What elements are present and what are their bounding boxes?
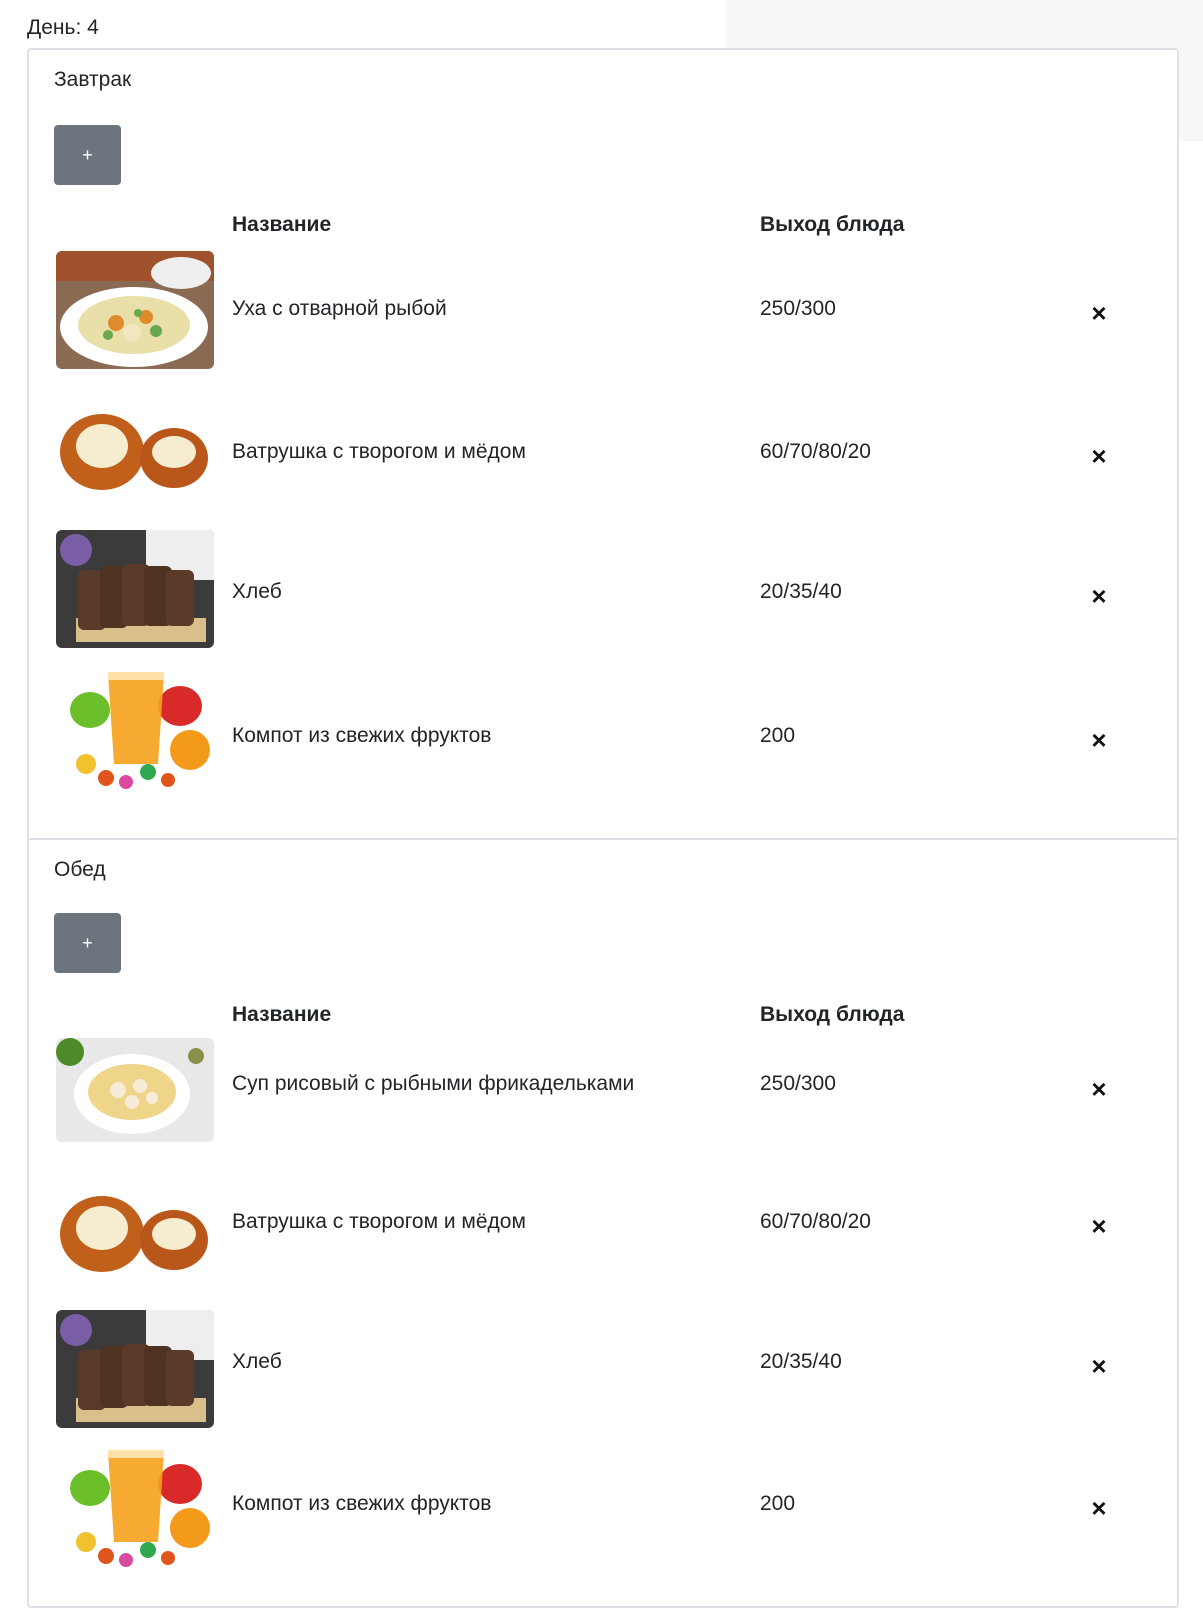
dish-yield: 250/300 bbox=[760, 297, 836, 320]
compote-image bbox=[56, 1446, 214, 1578]
dish-row: Уха с отварной рыбой 250/300 × bbox=[29, 246, 1177, 388]
rice-soup-image bbox=[56, 1038, 214, 1142]
column-header-name: Название bbox=[232, 213, 332, 236]
dish-row: Суп рисовый с рыбными фрикадельками 250/… bbox=[29, 1036, 1177, 1178]
meal-section-breakfast: Завтрак + Название Выход блюда Уха с отв… bbox=[29, 50, 1177, 838]
remove-dish-button[interactable]: × bbox=[1087, 583, 1111, 609]
dish-name: Компот из свежих фруктов bbox=[232, 724, 492, 747]
compote-image bbox=[56, 668, 214, 800]
dish-row: Ватрушка с творогом и мёдом 60/70/80/20 … bbox=[29, 388, 1177, 530]
fish-soup-image bbox=[56, 251, 214, 369]
remove-dish-button[interactable]: × bbox=[1087, 1495, 1111, 1521]
bread-image bbox=[56, 1310, 214, 1428]
dish-name: Уха с отварной рыбой bbox=[232, 297, 447, 320]
dish-yield: 60/70/80/20 bbox=[760, 440, 871, 463]
dish-yield: 60/70/80/20 bbox=[760, 1210, 871, 1233]
dish-name: Хлеб bbox=[232, 580, 282, 603]
column-header-yield: Выход блюда bbox=[760, 213, 905, 236]
remove-dish-button[interactable]: × bbox=[1087, 727, 1111, 753]
vatrushka-image bbox=[56, 390, 214, 508]
dish-yield: 20/35/40 bbox=[760, 580, 842, 603]
dish-yield: 250/300 bbox=[760, 1072, 836, 1095]
remove-dish-button[interactable]: × bbox=[1087, 443, 1111, 469]
dish-row: Ватрушка с творогом и мёдом 60/70/80/20 … bbox=[29, 1172, 1177, 1320]
remove-dish-button[interactable]: × bbox=[1087, 1213, 1111, 1239]
meal-section-lunch: Обед + Название Выход блюда Суп рисовый … bbox=[29, 838, 1177, 1620]
remove-dish-button[interactable]: × bbox=[1087, 1076, 1111, 1102]
dish-yield: 20/35/40 bbox=[760, 1350, 842, 1373]
column-header-name: Название bbox=[232, 1003, 332, 1026]
dish-row: Хлеб 20/35/40 × bbox=[29, 1310, 1177, 1462]
vatrushka-image bbox=[56, 1172, 214, 1290]
dish-row: Хлеб 20/35/40 × bbox=[29, 530, 1177, 672]
dish-name: Ватрушка с творогом и мёдом bbox=[232, 440, 526, 463]
add-dish-button[interactable]: + bbox=[54, 913, 121, 973]
meal-plan-card: Завтрак + Название Выход блюда Уха с отв… bbox=[27, 48, 1179, 1608]
dish-row: Компот из свежих фруктов 200 × bbox=[29, 668, 1177, 814]
dish-name: Компот из свежих фруктов bbox=[232, 1492, 492, 1515]
dish-name: Ватрушка с творогом и мёдом bbox=[232, 1210, 526, 1233]
dish-yield: 200 bbox=[760, 1492, 796, 1515]
remove-dish-button[interactable]: × bbox=[1087, 1353, 1111, 1379]
remove-dish-button[interactable]: × bbox=[1087, 300, 1111, 326]
dish-name: Суп рисовый с рыбными фрикадельками bbox=[232, 1072, 635, 1095]
add-dish-button[interactable]: + bbox=[54, 125, 121, 185]
dish-yield: 200 bbox=[760, 724, 796, 747]
meal-title: Обед bbox=[54, 858, 106, 881]
dish-row: Компот из свежих фруктов 200 × bbox=[29, 1446, 1177, 1604]
column-header-yield: Выход блюда bbox=[760, 1003, 905, 1026]
dish-name: Хлеб bbox=[232, 1350, 282, 1373]
day-label: День: 4 bbox=[27, 16, 99, 39]
meal-title: Завтрак bbox=[54, 68, 132, 91]
bread-image bbox=[56, 530, 214, 648]
